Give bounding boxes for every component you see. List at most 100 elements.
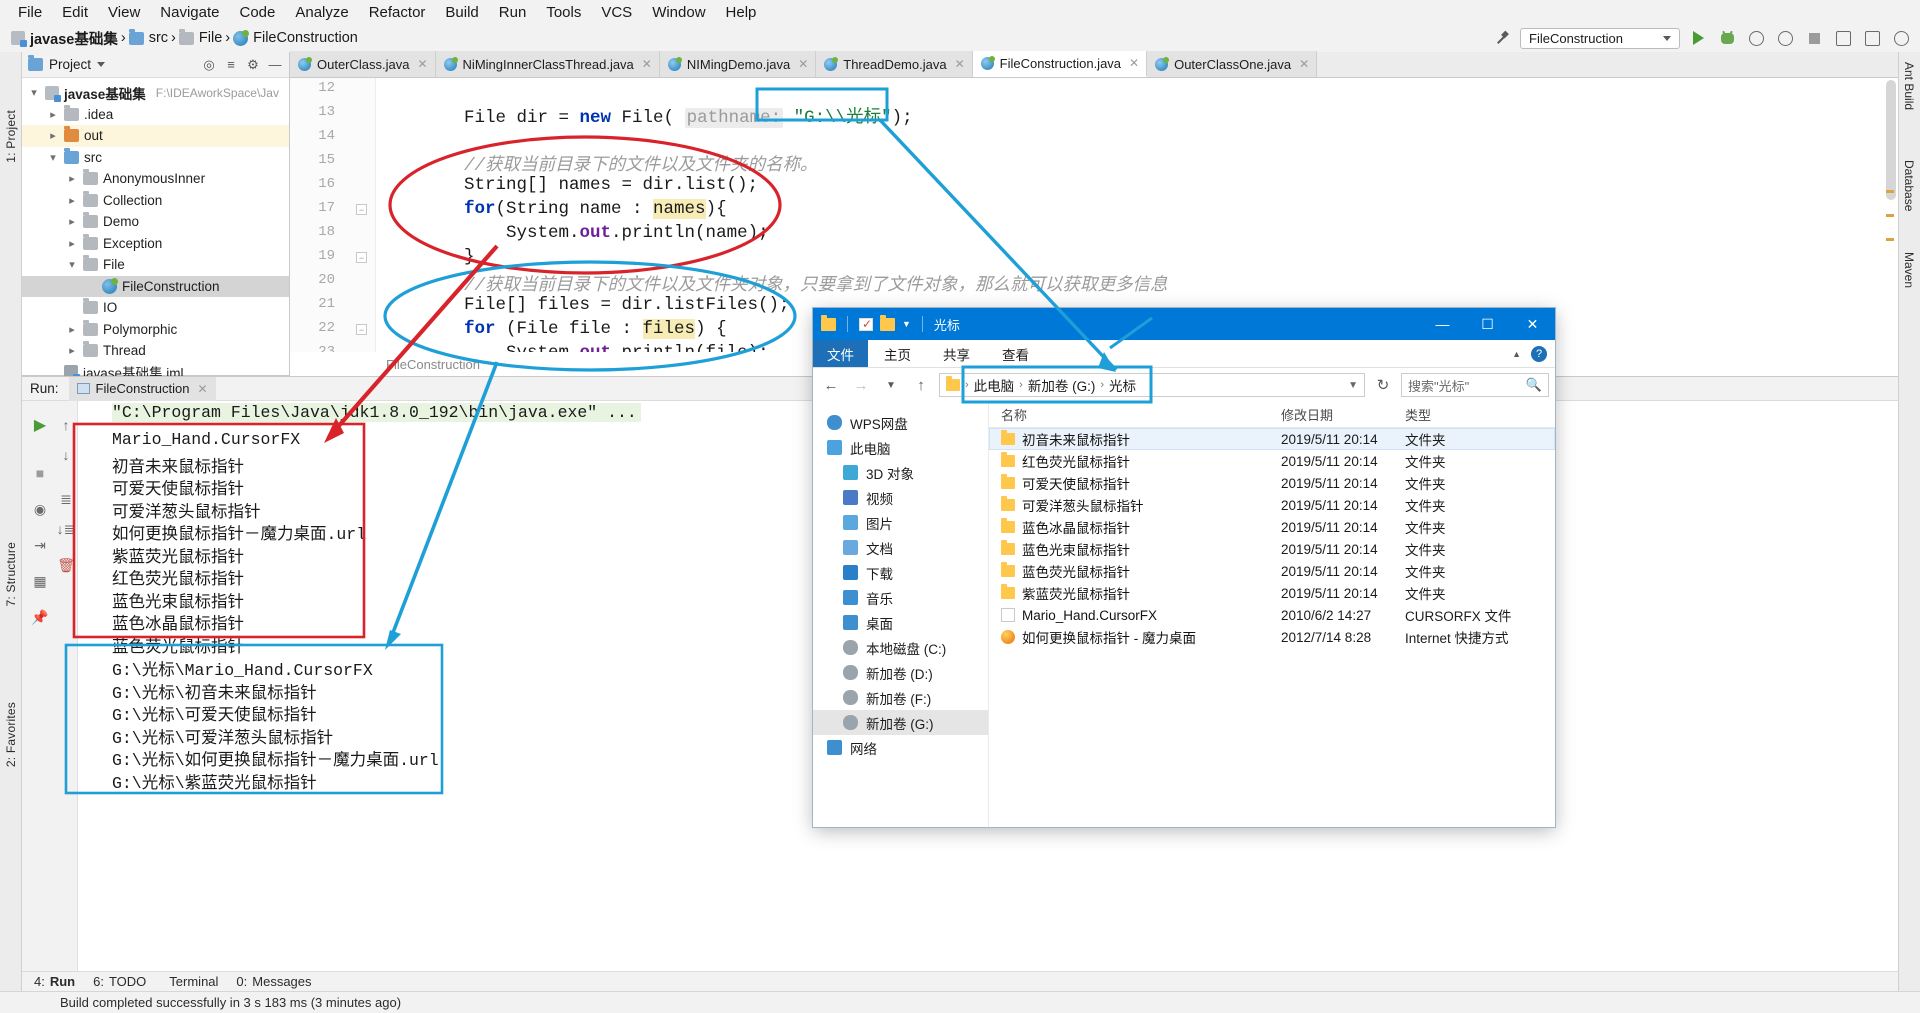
scroll-end-icon[interactable]: ↓≣ [54, 517, 78, 541]
editor-tab-threaddemojava[interactable]: ThreadDemo.java ✕ [816, 51, 973, 77]
menu-item-run[interactable]: Run [489, 4, 537, 21]
chevron-down-icon[interactable]: ▼ [902, 319, 911, 329]
chevron-right-icon[interactable] [66, 215, 78, 228]
bottom-tab-todo[interactable]: 6: TODO [93, 974, 146, 989]
search-icon[interactable] [1890, 27, 1912, 49]
menu-item-edit[interactable]: Edit [52, 4, 98, 21]
chevron-down-icon[interactable] [28, 86, 40, 99]
hide-icon[interactable]: — [267, 57, 283, 73]
windows-explorer-window[interactable]: ▼ 光标 — ☐ ✕ 文件 主页 共享 查看 ▲ ? ← → ▼ ↑ [813, 308, 1555, 827]
tree-item-file[interactable]: File [22, 254, 289, 276]
properties-icon[interactable] [859, 317, 873, 331]
close-icon[interactable]: ✕ [197, 382, 207, 396]
tree-item-src[interactable]: src [22, 147, 289, 169]
export-icon[interactable]: ⇥ [28, 533, 52, 557]
tree-item-fileconstruction[interactable]: FileConstruction [22, 275, 289, 297]
menu-item-analyze[interactable]: Analyze [285, 4, 358, 21]
address-bar[interactable]: › 此电脑 › 新加卷 (G:) › 光标 ▼ [939, 373, 1365, 397]
run-tab-fileconstruction[interactable]: FileConstruction ✕ [68, 376, 216, 401]
file-row[interactable]: Mario_Hand.CursorFX 2010/6/2 14:27 CURSORF… [989, 604, 1555, 626]
tree-item-io[interactable]: IO [22, 297, 289, 319]
run-with-coverage-button[interactable] [1745, 27, 1767, 49]
chevron-right-icon[interactable] [47, 108, 59, 121]
nav-item-disk[interactable]: 新加卷 (G:) [813, 710, 988, 735]
nav-item-disk[interactable]: 新加卷 (F:) [813, 685, 988, 710]
bottom-tab-terminal[interactable]: Terminal [164, 974, 218, 989]
chevron-right-icon[interactable] [66, 344, 78, 357]
chevron-right-icon[interactable] [66, 237, 78, 250]
chevron-down-icon[interactable] [47, 151, 59, 164]
editor-scrollbar[interactable] [1886, 80, 1896, 200]
breadcrumb-project[interactable]: javase基础集 [8, 28, 121, 49]
column-header-date[interactable]: 修改日期 [1281, 405, 1405, 424]
tree-item-out[interactable]: out [22, 125, 289, 147]
close-button[interactable]: ✕ [1510, 308, 1555, 340]
file-row[interactable]: 红色荧光鼠标指针 2019/5/11 20:14 文件夹 [989, 450, 1555, 472]
breadcrumb-folder[interactable]: File [176, 28, 225, 46]
down-arrow-icon[interactable]: ↓ [54, 443, 78, 467]
maximize-button[interactable]: ☐ [1465, 308, 1510, 340]
chevron-right-icon[interactable] [66, 194, 78, 207]
new-folder-icon[interactable] [880, 314, 895, 331]
editor-tab-niminginnerclassthreadjava[interactable]: NiMingInnerClassThread.java ✕ [435, 51, 660, 77]
fold-marker-icon[interactable]: − [356, 252, 367, 263]
help-icon[interactable]: ? [1531, 345, 1547, 362]
run-configuration-selector[interactable]: FileConstruction [1520, 27, 1680, 49]
nav-item-disk[interactable]: 新加卷 (D:) [813, 660, 988, 685]
ribbon-tab-home[interactable]: 主页 [868, 340, 927, 367]
stop-icon[interactable]: ■ [28, 461, 52, 485]
layout-button[interactable] [1832, 27, 1854, 49]
tree-item-demo[interactable]: Demo [22, 211, 289, 233]
ribbon-tab-file[interactable]: 文件 [813, 340, 868, 367]
file-row[interactable]: 可爱洋葱头鼠标指针 2019/5/11 20:14 文件夹 [989, 494, 1555, 516]
address-crumb-folder[interactable]: 光标 [1109, 375, 1136, 395]
soft-wrap-icon[interactable]: ≣ [54, 487, 78, 511]
tree-item-idea[interactable]: .idea [22, 104, 289, 126]
debug-button[interactable] [1716, 27, 1738, 49]
nav-item-desktop[interactable]: 桌面 [813, 610, 988, 635]
menu-item-code[interactable]: Code [229, 4, 285, 21]
run-button[interactable] [1687, 27, 1709, 49]
ribbon-tab-share[interactable]: 共享 [927, 340, 986, 367]
chevron-right-icon[interactable] [66, 172, 78, 185]
menu-item-refactor[interactable]: Refactor [359, 4, 436, 21]
refresh-icon[interactable]: ↻ [1371, 373, 1395, 397]
nav-item-picture[interactable]: 图片 [813, 510, 988, 535]
close-icon[interactable]: ✕ [1129, 56, 1139, 70]
fold-marker-icon[interactable]: − [356, 324, 367, 335]
file-row[interactable]: 初音未来鼠标指针 2019/5/11 20:14 文件夹 [989, 428, 1555, 450]
chevron-right-icon[interactable] [66, 323, 78, 336]
tree-item-polymorphic[interactable]: Polymorphic [22, 319, 289, 341]
close-icon[interactable]: ✕ [642, 57, 652, 71]
print-icon[interactable]: ▦ [28, 569, 52, 593]
rail-database[interactable]: Database [1902, 160, 1916, 211]
fold-marker-icon[interactable]: − [356, 204, 367, 215]
nav-item-cloud[interactable]: WPS网盘 [813, 410, 988, 435]
pin-icon[interactable]: 📌 [28, 605, 52, 629]
nav-item-download[interactable]: 下载 [813, 560, 988, 585]
tree-item-exception[interactable]: Exception [22, 233, 289, 255]
file-row[interactable]: 可爱天使鼠标指针 2019/5/11 20:14 文件夹 [989, 472, 1555, 494]
column-header-name[interactable]: 名称 [989, 405, 1281, 424]
back-arrow-icon[interactable]: ← [819, 373, 843, 397]
chevron-down-icon[interactable] [66, 258, 78, 271]
nav-item-document[interactable]: 文档 [813, 535, 988, 560]
tree-item-collection[interactable]: Collection [22, 190, 289, 212]
close-icon[interactable]: ✕ [417, 57, 427, 71]
file-row[interactable]: 紫蓝荧光鼠标指针 2019/5/11 20:14 文件夹 [989, 582, 1555, 604]
rail-favorites[interactable]: 2: Favorites [4, 702, 18, 767]
menu-item-window[interactable]: Window [642, 4, 715, 21]
nav-item-music[interactable]: 音乐 [813, 585, 988, 610]
editor-tab-outerclassonejava[interactable]: OuterClassOne.java ✕ [1147, 51, 1318, 77]
close-icon[interactable]: ✕ [955, 57, 965, 71]
address-crumb-drive[interactable]: 新加卷 (G:) [1028, 375, 1096, 395]
breadcrumb-src[interactable]: src [126, 28, 171, 46]
editor-tab-outerclassjava[interactable]: OuterClass.java ✕ [290, 51, 436, 77]
nav-item-network[interactable]: 网络 [813, 735, 988, 760]
nav-item-disk[interactable]: 本地磁盘 (C:) [813, 635, 988, 660]
rail-structure[interactable]: 7: Structure [4, 542, 18, 606]
breadcrumb-class[interactable]: FileConstruction [230, 29, 361, 46]
search-icon[interactable]: 🔍 [1526, 377, 1542, 393]
forward-arrow-icon[interactable]: → [849, 373, 873, 397]
rail-ant-build[interactable]: Ant Build [1902, 62, 1916, 110]
